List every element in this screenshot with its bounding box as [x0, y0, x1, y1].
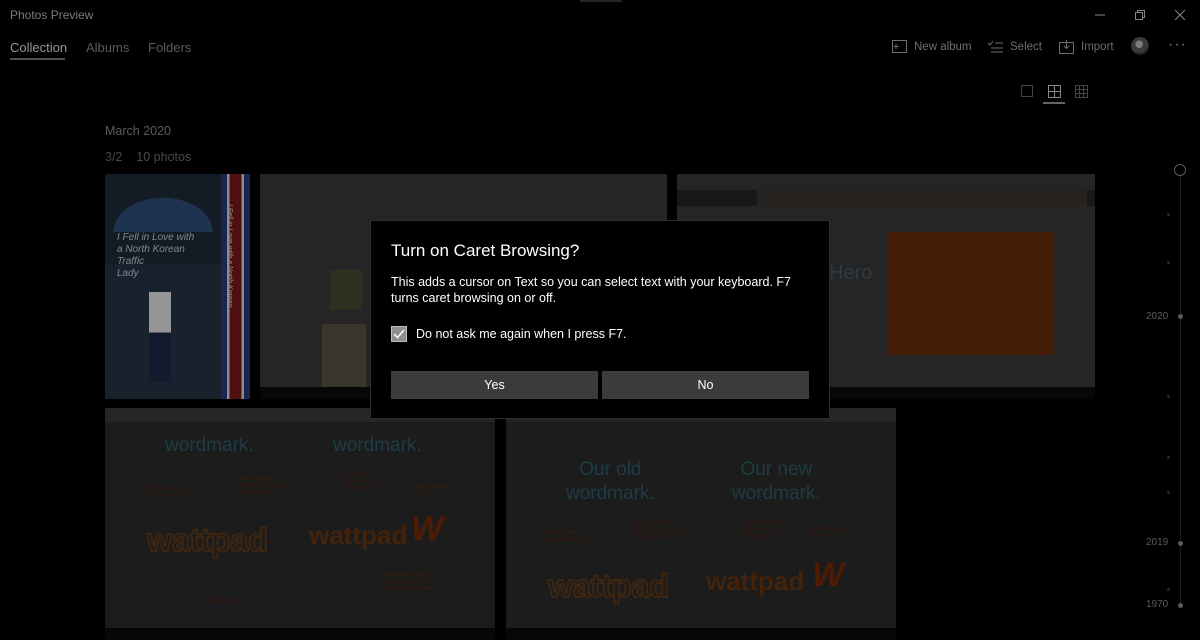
caret-browsing-dialog: Turn on Caret Browsing? This adds a curs… — [370, 220, 830, 419]
do-not-ask-checkbox[interactable] — [391, 326, 407, 342]
dialog-message: This adds a cursor on Text so you can se… — [391, 275, 791, 305]
checkmark-icon — [393, 329, 405, 339]
do-not-ask-label[interactable]: Do not ask me again when I press F7. — [416, 327, 627, 341]
dialog-title: Turn on Caret Browsing? — [391, 241, 580, 260]
yes-button[interactable]: Yes — [391, 371, 598, 399]
no-button[interactable]: No — [602, 371, 809, 399]
